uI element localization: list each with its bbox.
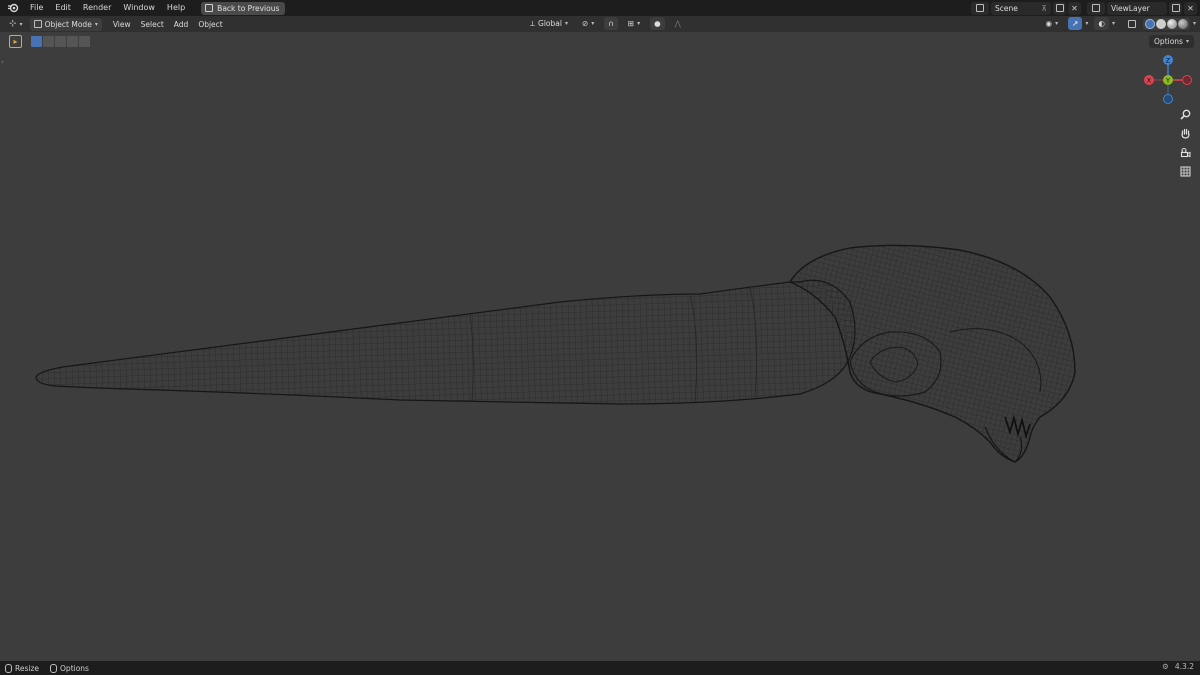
shading-mode-group [1142,17,1190,30]
status-resize: Resize [5,663,40,673]
status-right: ⚙ 4.3.2 [1162,662,1194,671]
magnet-icon: ∩ [608,19,614,28]
mouse-right-icon [50,663,58,673]
menu-window[interactable]: Window [117,0,161,16]
view-layer-field[interactable]: ViewLayer [1107,1,1167,15]
mouse-left-icon [5,663,12,673]
chevron-down-icon: ▾ [94,20,98,28]
proportional-edit-toggle[interactable]: ● [650,17,665,30]
editor-type-icon: ⊹ [9,19,17,29]
shading-dropdown[interactable]: ▾ [1193,20,1196,27]
snap-increment-icon: ⊞ [627,19,635,28]
eye-icon: ◉ [1045,19,1053,28]
status-options: Options [50,663,89,673]
status-options-label: Options [60,663,89,673]
visibility-dropdown[interactable]: ◉ ▾ [1042,17,1063,30]
pivot-icon: ⊘ [581,19,589,28]
3d-viewport[interactable]: › ▸ Options ▾ Z X Y [0,32,1200,661]
transform-orientation-dropdown[interactable]: ⟂ Global ▾ [526,17,572,30]
object-mode-icon [33,20,42,28]
falloff-dropdown[interactable]: ⋀ [671,17,685,30]
orientation-icon: ⟂ [530,18,536,28]
pin-icon[interactable]: ⊼ [1042,4,1048,13]
mesh-body [35,279,856,405]
scene-stats-icon[interactable]: ⚙ [1162,662,1169,671]
view-layer-selector-icon[interactable] [1087,1,1105,15]
xray-toggle[interactable] [1124,17,1140,30]
new-view-layer-icon[interactable] [1169,1,1182,15]
new-scene-icon[interactable] [1053,1,1066,15]
gizmo-toggle[interactable]: ↗ [1068,17,1083,30]
xray-icon [1127,19,1136,28]
overlays-icon: ◐ [1098,19,1105,28]
overlays-toggle[interactable]: ◐ [1094,17,1109,30]
blender-logo-icon[interactable] [6,1,20,15]
status-bar: Resize Options ⚙ 4.3.2 [0,661,1200,675]
material-preview-icon[interactable] [1166,18,1177,29]
wireframe-shading-icon[interactable] [1144,18,1155,29]
gizmo-icon: ↗ [1072,19,1079,28]
back-to-previous-label: Back to Previous [217,3,280,13]
menu-edit[interactable]: Edit [49,0,77,16]
scene-name-field[interactable]: Scene ⊼ [991,1,1051,15]
editor-type-button[interactable]: ⊹ ▾ [5,18,27,31]
scene-name: Scene [995,3,1018,13]
gizmo-dropdown[interactable]: ▾ [1085,20,1088,27]
menu-add[interactable]: Add [169,20,194,29]
mode-selector[interactable]: Object Mode ▾ [29,17,102,31]
overlays-dropdown[interactable]: ▾ [1112,20,1115,27]
view-layer-name: ViewLayer [1111,3,1150,13]
version-label: 4.3.2 [1174,662,1194,671]
rendered-shading-icon[interactable] [1177,18,1188,29]
menu-render[interactable]: Render [77,0,117,16]
menu-view[interactable]: View [108,20,136,29]
snap-target-dropdown[interactable]: ⊞ ▾ [624,17,644,30]
delete-scene-icon[interactable]: ✕ [1068,1,1081,15]
window-icon [205,4,214,12]
solid-shading-icon[interactable] [1155,18,1166,29]
snap-toggle[interactable]: ∩ [604,17,618,30]
menu-object[interactable]: Object [193,20,227,29]
delete-view-layer-icon[interactable]: ✕ [1184,1,1197,15]
proportional-icon: ● [654,19,661,28]
mode-label: Object Mode [44,19,92,29]
wireframe-mesh[interactable] [0,32,1200,661]
pivot-point-dropdown[interactable]: ⊘ ▾ [578,17,598,30]
top-menu-bar: File Edit Render Window Help Back to Pre… [0,0,1200,16]
status-resize-label: Resize [15,663,40,673]
falloff-icon: ⋀ [674,19,681,28]
menu-select[interactable]: Select [136,20,169,29]
menu-file[interactable]: File [24,0,49,16]
viewport-header: ⊹ ▾ Object Mode ▾ View Select Add Object … [0,16,1200,32]
scene-selector-icon[interactable] [971,1,989,15]
back-to-previous-button[interactable]: Back to Previous [201,1,286,15]
orientation-label: Global [538,19,562,28]
menu-help[interactable]: Help [161,0,191,16]
